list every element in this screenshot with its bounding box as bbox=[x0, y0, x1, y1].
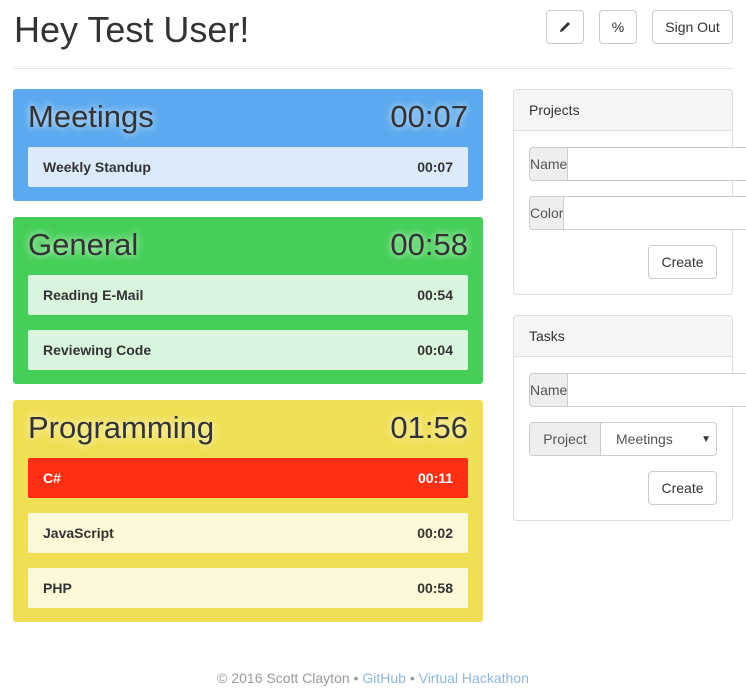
caret-down-icon: ▼ bbox=[701, 433, 711, 445]
task-name: PHP bbox=[43, 580, 72, 596]
task-item[interactable]: JavaScript 00:02 bbox=[28, 513, 468, 553]
sign-out-button[interactable]: Sign Out bbox=[652, 10, 733, 44]
task-name: C# bbox=[43, 470, 61, 486]
create-task-button[interactable]: Create bbox=[648, 471, 717, 505]
color-label: Color bbox=[529, 196, 564, 230]
page-header: Hey Test User! % Sign Out bbox=[0, 0, 746, 70]
project-name-group: Name bbox=[529, 147, 746, 181]
projects-panel: Projects Name Color Create bbox=[513, 89, 746, 295]
task-name: JavaScript bbox=[43, 525, 114, 541]
task-item[interactable]: Weekly Standup 00:07 bbox=[28, 147, 468, 187]
project-name: Programming bbox=[28, 410, 215, 445]
project-name: Meetings bbox=[28, 99, 154, 134]
project-time: 01:56 bbox=[390, 410, 468, 445]
name-label: Name bbox=[529, 147, 568, 181]
name-label: Name bbox=[529, 373, 568, 407]
pencil-icon bbox=[560, 22, 570, 32]
create-project-button[interactable]: Create bbox=[648, 245, 717, 279]
task-time: 00:54 bbox=[417, 287, 453, 303]
edit-button[interactable] bbox=[546, 10, 584, 44]
task-name-group: Name bbox=[529, 373, 746, 407]
project-color-group: Color bbox=[529, 196, 746, 230]
footer-separator: • bbox=[409, 670, 415, 686]
page-title: Hey Test User! bbox=[14, 9, 250, 50]
tasks-panel: Tasks Name Project Meetings ▼ Create bbox=[513, 315, 746, 521]
footer-separator: • bbox=[353, 670, 359, 686]
project-label: Project bbox=[529, 422, 600, 456]
github-link[interactable]: GitHub bbox=[362, 670, 406, 686]
task-name: Reviewing Code bbox=[43, 342, 152, 358]
project-card-programming[interactable]: Programming 01:56 C# 00:11 JavaScript 00… bbox=[13, 400, 483, 622]
project-card-meetings[interactable]: Meetings 00:07 Weekly Standup 00:07 bbox=[13, 89, 483, 201]
project-card-general[interactable]: General 00:58 Reading E-Mail 00:54 Revie… bbox=[13, 217, 483, 384]
task-item[interactable]: PHP 00:58 bbox=[28, 568, 468, 608]
task-time: 00:58 bbox=[417, 580, 453, 596]
task-time: 00:02 bbox=[417, 525, 453, 541]
task-name: Reading E-Mail bbox=[43, 287, 144, 303]
task-item[interactable]: Reading E-Mail 00:54 bbox=[28, 275, 468, 315]
project-time: 00:07 bbox=[390, 99, 468, 134]
task-time: 00:07 bbox=[417, 159, 453, 175]
header-divider bbox=[14, 68, 733, 69]
task-time: 00:04 bbox=[417, 342, 453, 358]
project-select[interactable]: Meetings ▼ bbox=[600, 422, 717, 456]
project-header: Programming 01:56 bbox=[28, 406, 468, 450]
task-time: 00:11 bbox=[417, 470, 453, 486]
task-item[interactable]: Reviewing Code 00:04 bbox=[28, 330, 468, 370]
project-header: Meetings 00:07 bbox=[28, 95, 468, 139]
percent-button[interactable]: % bbox=[599, 10, 637, 44]
task-project-group: Project Meetings ▼ bbox=[529, 422, 717, 456]
project-time: 00:58 bbox=[390, 227, 468, 262]
panel-title: Tasks bbox=[514, 316, 732, 357]
project-name: General bbox=[28, 227, 139, 262]
virtual-hackathon-link[interactable]: Virtual Hackathon bbox=[419, 670, 529, 686]
task-name-input[interactable] bbox=[567, 373, 746, 407]
task-name: Weekly Standup bbox=[43, 159, 151, 175]
project-color-input[interactable] bbox=[563, 196, 746, 230]
project-header: General 00:58 bbox=[28, 223, 468, 267]
project-select-value: Meetings bbox=[616, 431, 673, 447]
project-name-input[interactable] bbox=[567, 147, 746, 181]
footer: © 2016 Scott Clayton • GitHub • Virtual … bbox=[0, 670, 746, 686]
panel-title: Projects bbox=[514, 90, 732, 131]
task-item-active[interactable]: C# 00:11 bbox=[28, 458, 468, 498]
footer-copyright: © 2016 Scott Clayton bbox=[217, 670, 350, 686]
